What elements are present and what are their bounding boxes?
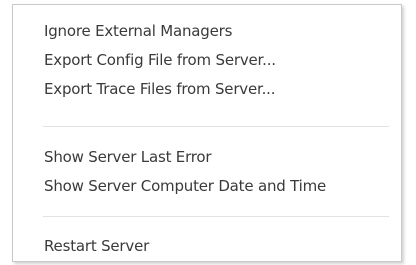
menu-item-show-server-last-error[interactable]: Show Server Last Error (44, 147, 212, 167)
menu-separator (43, 216, 389, 217)
menu-separator (43, 126, 389, 127)
menu-item-restart-server[interactable]: Restart Server (44, 236, 149, 256)
menu-item-export-config-file[interactable]: Export Config File from Server... (44, 50, 276, 70)
context-menu: Ignore External Managers Export Config F… (12, 4, 402, 262)
menu-item-export-trace-files[interactable]: Export Trace Files from Server... (44, 79, 276, 99)
menu-item-ignore-external-managers[interactable]: Ignore External Managers (44, 21, 232, 41)
menu-item-show-server-date-time[interactable]: Show Server Computer Date and Time (44, 176, 326, 196)
